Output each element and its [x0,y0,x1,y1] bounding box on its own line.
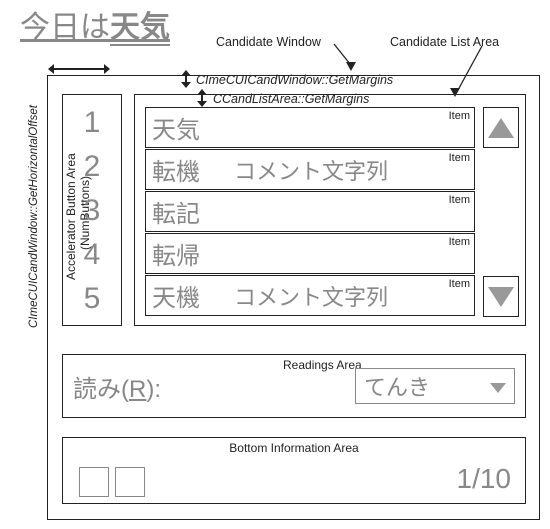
item-tag: Item [449,110,470,122]
hoffset-arrow-icon [48,64,110,74]
candidate-list-area-label: Candidate List Area [390,35,499,49]
candidate-window: 1 2 3 4 5 天気 Item 転機 コメント文字列 Item 転記 Ite… [47,75,540,520]
committed-text: 今日は [20,11,110,44]
accel-num[interactable]: 1 [63,101,121,145]
candidate-comment: コメント文字列 [234,154,388,186]
candidate-item[interactable]: 天気 Item [145,107,475,148]
composing-text: 天気 [110,11,170,46]
scroll-up-button[interactable] [483,107,519,148]
hoffset-label: CImeCUICandWindow::GetHorizontalOffset [28,78,40,328]
candidate-window-label: Candidate Window [216,35,321,49]
bottom-info-header: Bottom Information Area [63,441,525,455]
item-tag: Item [449,278,470,290]
triangle-down-icon [488,287,514,307]
candidate-text: 転帰 [152,236,230,271]
candidate-comment: コメント文字列 [234,280,388,312]
readings-selected: てんき [364,370,430,402]
composition-line: 今日は天気 [20,2,170,46]
item-tag: Item [449,152,470,164]
page-indicator: 1/10 [457,463,512,495]
candidate-item[interactable]: 転機 コメント文字列 Item [145,149,475,190]
bottom-box-button[interactable] [79,467,109,497]
triangle-up-icon [488,118,514,138]
candidate-text: 天機 [152,278,230,313]
candidate-item[interactable]: 転帰 Item [145,233,475,274]
readings-dropdown[interactable]: てんき [355,368,515,404]
accel-num[interactable]: 2 [63,145,121,189]
candidate-text: 天気 [152,110,230,145]
accel-num[interactable]: 5 [63,277,121,321]
candidate-item[interactable]: 転記 Item [145,191,475,232]
candidate-items: 天気 Item 転機 コメント文字列 Item 転記 Item 転帰 Item … [145,107,475,317]
readings-area-header: Readings Area [283,358,362,372]
accel-num[interactable]: 3 [63,189,121,233]
candidate-item[interactable]: 天機 コメント文字列 Item [145,275,475,316]
item-tag: Item [449,194,470,206]
scroll-down-button[interactable] [483,276,519,317]
candidate-list-area: 天気 Item 転機 コメント文字列 Item 転記 Item 転帰 Item … [134,94,526,326]
accel-num[interactable]: 4 [63,233,121,277]
arrowhead-icon [346,62,356,71]
item-tag: Item [449,236,470,248]
chevron-down-icon [490,383,506,393]
bottom-box-button[interactable] [115,467,145,497]
readings-label: 読み(R): [73,369,161,404]
accelerator-column: 1 2 3 4 5 [62,94,122,326]
readings-area: Readings Area 読み(R): てんき [62,354,526,418]
candidate-text: 転記 [152,194,230,229]
candidate-text: 転機 [152,152,230,187]
bottom-info-area: Bottom Information Area 1/10 [62,437,526,504]
